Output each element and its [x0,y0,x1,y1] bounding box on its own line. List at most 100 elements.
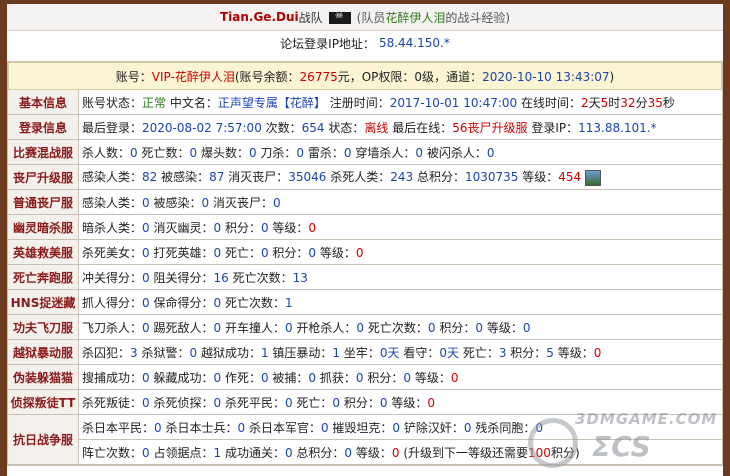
stat-label: 杀死叛徒： [82,395,143,410]
stat-value: 35046 [288,170,327,185]
stat-info: 飞刀杀人：0 踢死敌人：0 开车撞人：0 开枪杀人：0 死亡次数：0 积分：0 … [79,315,722,340]
stat-row: 英雄救美服 杀死美女：0 打死英雄：0 死亡：0 积分：0 等级：0 [8,240,722,265]
server-category[interactable]: 登录信息 [8,115,79,140]
stat-label: 成功通关： [221,445,285,460]
team-name[interactable]: Tian.Ge.Dui [220,10,299,24]
account-close: ) [609,69,615,84]
stat-label: 消灭幽灵： [149,220,214,235]
stat-label: 次数： [261,120,302,135]
stat-value: 1 [213,445,222,460]
server-category[interactable]: 基本信息 [8,90,79,115]
stat-label: 抓人得分： [82,295,143,310]
stat-value: 0 [272,195,281,210]
stat-label: 杀日本士兵： [161,420,238,435]
balance-value: 26775 [299,69,338,84]
stat-label: 等级： [518,170,559,185]
account-prefix: 账号： [115,69,152,84]
stat-value: 0 [213,220,222,235]
stat-label: 被闪杀人： [423,145,487,160]
stat-value: 87 [209,170,225,185]
stat-value: 1030735 [464,170,519,185]
stat-row: 比赛混战服 杀人数：0 死亡数：0 爆头数：0 刀杀：0 雷杀：0 穿墙杀人：0 … [8,140,722,165]
server-category[interactable]: 伪装躲猫猫 [8,365,79,390]
stat-value: 2020-08-02 7:57:00 [142,120,262,135]
stat-info: 账号状态：正常 中文名：正声望专属【花醉】 注册时间：2017-10-01 10… [79,90,722,115]
server-category[interactable]: HNS捉迷藏 [8,290,79,315]
stat-value: 1 [332,345,341,360]
account-datetime: 2020-10-10 13:43:07 [482,69,610,84]
stat-info: 冲关得分：0 阻关得分：16 死亡次数：13 [79,265,722,290]
stat-value: 0 [332,395,341,410]
stat-value: 0 [142,195,150,210]
stat-label: 搜捕成功： [82,370,143,385]
stat-label: 刀杀： [256,145,297,160]
stat-value: 0 [142,445,150,460]
left-border [0,0,7,476]
server-category[interactable]: 丧尸升级服 [8,165,79,190]
stat-label: 总积分： [413,170,465,185]
stat-value: 0 [201,195,210,210]
team-suffix: 战队 [298,10,323,25]
server-category[interactable]: 英雄救美服 [8,240,79,265]
stat-value: 82 [142,170,158,185]
stat-info: 感染人类：82 被感染：87 消灭丧尸：35046 杀死人类：243 总积分：1… [79,165,722,190]
stat-label: 账号状态： [82,95,143,110]
stat-label: 感染人类： [82,170,143,185]
watermark-line1: 3DMGAME.COM [575,410,718,428]
stat-value: 3 [130,345,138,360]
server-category[interactable]: 功夫飞刀服 [8,315,79,340]
stat-value: 0 [142,370,150,385]
stat-label: 积分： [221,220,261,235]
watermark-logo-icon [528,418,578,468]
server-category[interactable]: 抗日战争服 [8,415,79,465]
stat-label: 杀狱警： [137,345,190,360]
stat-value: 0 [355,245,364,260]
stat-label: 杀死人类： [326,170,391,185]
server-category[interactable]: 侦探叛徒TT [8,390,79,415]
stat-label: 感染人类： [82,195,143,210]
stat-label: 开枪杀人： [292,320,357,335]
server-category[interactable]: 越狱暴动服 [8,340,79,365]
stat-label: 踢死敌人： [149,320,214,335]
server-category[interactable]: 比赛混战服 [8,140,79,165]
member-suffix: 的战斗经验) [445,10,511,25]
stat-value: 454 [558,170,582,185]
site-watermark: 3DMGAME.COM ΣCS [520,408,725,470]
stat-value: 0 [260,245,269,260]
stat-value: 0 [284,395,293,410]
stat-value: 5 [546,345,554,360]
server-category[interactable]: 死亡奔跑服 [8,265,79,290]
stat-label: 秒 [662,95,675,110]
stat-label: 摧毁坦克： [328,420,393,435]
stat-label: 积分： [506,345,547,360]
stat-value: 654 [301,120,325,135]
ip-label: 论坛登录IP地址： [280,36,375,51]
server-category[interactable]: 幽灵暗杀服 [8,215,79,240]
stat-label: 冲关得分： [82,270,143,285]
balance-unit: 元，OP权限： [337,69,415,84]
stat-value: 0天 [439,345,459,360]
stat-value: 0 [391,445,400,460]
stat-value: 0 [415,145,423,160]
stat-label: 飞刀杀人： [82,320,143,335]
stat-value: 0 [427,395,435,410]
server-category[interactable]: 普通丧尸服 [8,190,79,215]
stat-label: 占领据点： [149,445,214,460]
stat-info: 感染人类：0 被感染：0 消灭丧尸：0 [79,190,722,215]
stat-label: 看守： [399,345,440,360]
stat-value: 0 [142,295,150,310]
stat-label: 等级： [316,245,356,260]
stat-label: 消灭丧尸： [209,195,273,210]
stat-label: 等级： [387,395,428,410]
stat-value: 0 [189,345,198,360]
stat-value: 正常 [142,95,167,110]
stat-value: 0 [308,245,317,260]
stat-value: 0 [379,395,388,410]
stat-label: (升级到下一等级还需要 [399,445,529,460]
stat-label: 最后在线： [388,120,453,135]
stat-label: 暗杀人类： [82,220,143,235]
stat-info: 暗杀人类：0 消灭幽灵：0 积分：0 等级：0 [79,215,722,240]
stat-value: 0 [522,320,531,335]
stat-label: 中文名： [166,95,218,110]
stat-value: 0 [260,220,269,235]
